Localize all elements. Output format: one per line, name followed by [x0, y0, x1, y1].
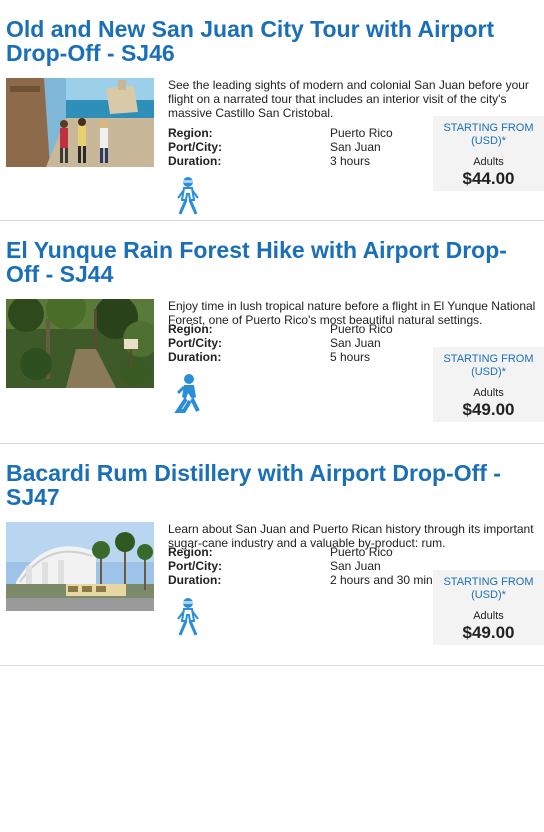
port-value: San Juan	[330, 336, 381, 350]
duration-value: 5 hours	[330, 350, 371, 364]
price-box: STARTING FROM (USD)* Adults $49.00	[433, 347, 544, 422]
adults-label: Adults	[473, 387, 504, 399]
port-value: San Juan	[330, 559, 381, 573]
price-box: STARTING FROM (USD)* Adults $49.00	[433, 570, 544, 645]
price-amount: $49.00	[462, 623, 515, 642]
currency-label: (USD)*	[471, 366, 506, 378]
price-amount: $49.00	[462, 400, 515, 419]
duration-label: Duration:	[168, 573, 222, 587]
region-label: Region:	[168, 322, 213, 336]
hiking-icon	[174, 373, 202, 413]
duration-label: Duration:	[168, 350, 222, 364]
duration-value: 2 hours and 30 min	[330, 573, 433, 587]
currency-label: (USD)*	[471, 589, 506, 601]
currency-label: (USD)*	[471, 135, 506, 147]
region-value: Puerto Rico	[330, 545, 393, 559]
duration-label: Duration:	[168, 154, 222, 168]
starting-from-label: STARTING FROM	[443, 576, 534, 588]
adults-label: Adults	[473, 156, 504, 168]
region-label: Region:	[168, 126, 213, 140]
tour-title-link[interactable]: Old and New San Juan City Tour with Airp…	[6, 17, 538, 65]
region-value: Puerto Rico	[330, 322, 393, 336]
tour-listing-sj46: Old and New San Juan City Tour with Airp…	[0, 0, 544, 221]
port-label: Port/City:	[168, 559, 222, 573]
tour-title-link[interactable]: Bacardi Rum Distillery with Airport Drop…	[6, 461, 538, 509]
price-amount: $44.00	[462, 169, 515, 188]
tour-photo-rainforest[interactable]	[6, 299, 154, 388]
tour-description: See the leading sights of modern and col…	[168, 78, 529, 120]
price-box: STARTING FROM (USD)* Adults $44.00	[433, 116, 544, 191]
tour-listing-sj44: El Yunque Rain Forest Hike with Airport …	[0, 221, 544, 444]
starting-from-label: STARTING FROM	[443, 353, 534, 365]
duration-value: 3 hours	[330, 154, 371, 168]
region-value: Puerto Rico	[330, 126, 393, 140]
port-label: Port/City:	[168, 140, 222, 154]
starting-from-label: STARTING FROM	[443, 122, 534, 134]
walking-icon	[174, 597, 202, 637]
walking-icon	[174, 176, 202, 216]
tour-photo-castillo[interactable]	[6, 78, 154, 167]
tour-title-link[interactable]: El Yunque Rain Forest Hike with Airport …	[6, 238, 538, 286]
adults-label: Adults	[473, 610, 504, 622]
port-value: San Juan	[330, 140, 381, 154]
region-label: Region:	[168, 545, 213, 559]
tour-listing-sj47: Bacardi Rum Distillery with Airport Drop…	[0, 444, 544, 666]
tour-photo-bacardi[interactable]	[6, 522, 154, 611]
port-label: Port/City:	[168, 336, 222, 350]
